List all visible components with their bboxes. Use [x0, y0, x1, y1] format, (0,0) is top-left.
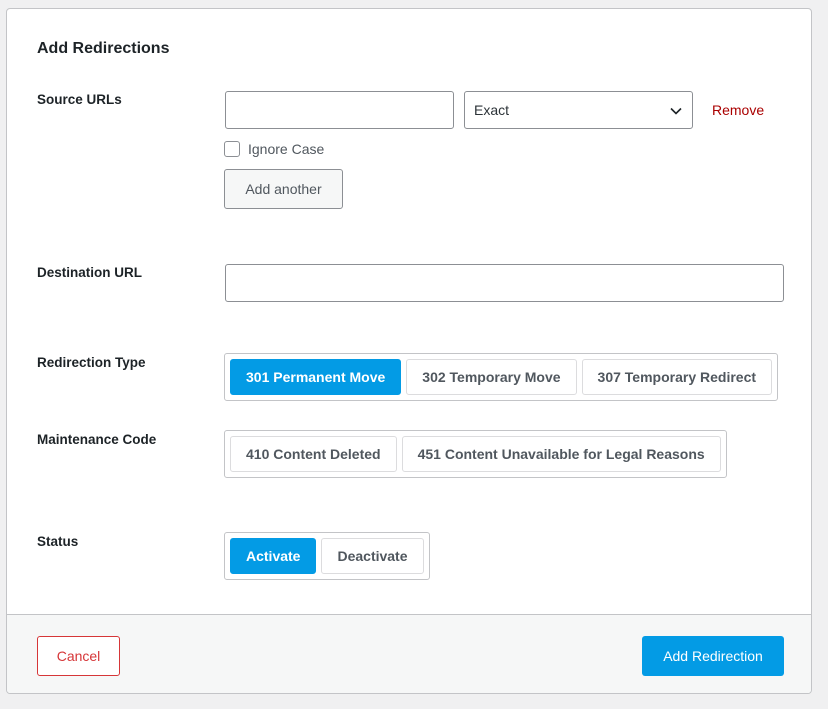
remove-source-link[interactable]: Remove: [712, 102, 764, 118]
chevron-down-icon: [670, 107, 682, 115]
destination-url-label: Destination URL: [37, 265, 143, 280]
maintenance-code-group: 410 Content Deleted 451 Content Unavaila…: [224, 430, 727, 478]
form-footer: Cancel Add Redirection: [7, 614, 811, 693]
status-deactivate-button[interactable]: Deactivate: [321, 538, 424, 574]
add-redirection-button[interactable]: Add Redirection: [642, 636, 784, 676]
maintenance-code-410-button[interactable]: 410 Content Deleted: [230, 436, 397, 472]
status-label: Status: [37, 534, 79, 549]
source-url-input[interactable]: [225, 91, 454, 129]
page-title: Add Redirections: [37, 40, 170, 57]
ignore-case-option[interactable]: Ignore Case: [224, 141, 324, 157]
maintenance-code-label: Maintenance Code: [37, 432, 157, 447]
redirection-type-302-button[interactable]: 302 Temporary Move: [406, 359, 577, 395]
ignore-case-label: Ignore Case: [248, 141, 325, 157]
redirection-type-301-button[interactable]: 301 Permanent Move: [230, 359, 402, 395]
status-activate-button[interactable]: Activate: [230, 538, 317, 574]
match-type-value: Exact: [474, 102, 510, 118]
ignore-case-checkbox[interactable]: [224, 141, 240, 157]
status-group: Activate Deactivate: [224, 532, 430, 580]
cancel-button[interactable]: Cancel: [37, 636, 120, 676]
maintenance-code-451-button[interactable]: 451 Content Unavailable for Legal Reason…: [401, 436, 721, 472]
destination-url-input[interactable]: [225, 264, 784, 302]
redirection-type-label: Redirection Type: [37, 355, 146, 370]
source-urls-label: Source URLs: [37, 92, 122, 107]
redirection-type-307-button[interactable]: 307 Temporary Redirect: [581, 359, 773, 395]
add-redirection-card: Add Redirections Source URLs Exact Remov…: [6, 8, 812, 694]
add-another-button[interactable]: Add another: [224, 169, 343, 209]
redirection-type-group: 301 Permanent Move 302 Temporary Move 30…: [224, 353, 779, 401]
match-type-select[interactable]: Exact: [464, 91, 693, 129]
